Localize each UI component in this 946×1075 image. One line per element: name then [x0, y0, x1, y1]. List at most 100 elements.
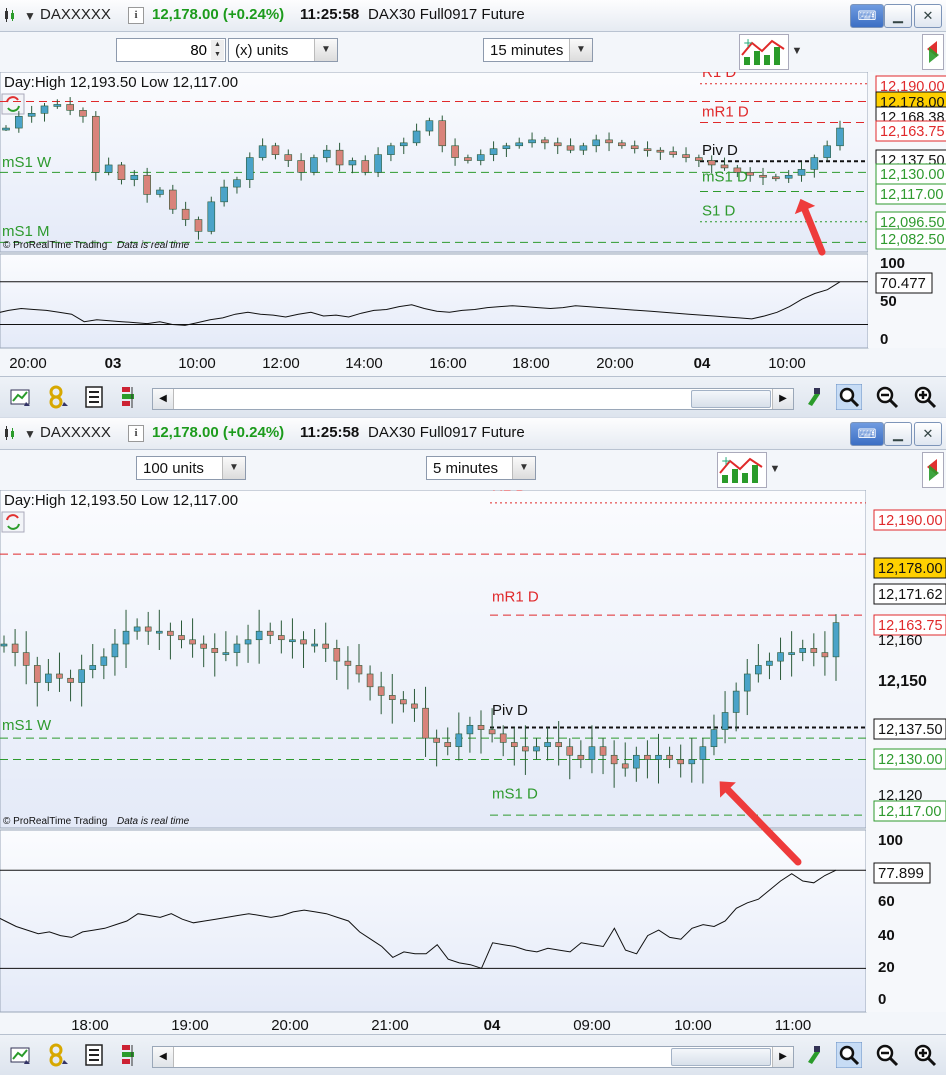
- zoom-in-icon[interactable]: [912, 1042, 938, 1068]
- candle-body: [541, 139, 549, 144]
- candle-body: [22, 652, 30, 666]
- stepper-down-icon[interactable]: ▼: [211, 50, 224, 60]
- info-icon[interactable]: i: [128, 7, 144, 24]
- time-axis-label: 10:00: [768, 355, 806, 372]
- candle-grip-icon[interactable]: [3, 426, 17, 440]
- indicators-icon[interactable]: +: [717, 452, 767, 488]
- candle-body: [289, 639, 296, 643]
- info-icon[interactable]: i: [128, 425, 144, 442]
- list-icon[interactable]: [82, 1042, 108, 1068]
- candle-body: [344, 660, 352, 666]
- order-book-icon[interactable]: [118, 1042, 144, 1068]
- candle-body: [348, 160, 357, 166]
- zoom-fit-icon[interactable]: [836, 1042, 862, 1068]
- symbol-dropdown-icon[interactable]: ▼: [24, 9, 36, 23]
- time-axis-label: 20:00: [596, 355, 634, 372]
- candle-body: [810, 157, 819, 170]
- candle-body: [566, 145, 575, 151]
- horizontal-scrollbar[interactable]: ◀ ▶: [152, 388, 794, 410]
- chevron-down-icon[interactable]: ▼: [569, 39, 592, 61]
- list-icon[interactable]: [82, 384, 108, 410]
- chevron-down-icon[interactable]: ▼: [314, 39, 337, 61]
- zoom-out-icon[interactable]: [874, 1042, 900, 1068]
- indicators-dropdown-icon[interactable]: ▼: [789, 36, 805, 66]
- candle-body: [244, 639, 252, 645]
- chain-link-icon[interactable]: [46, 1042, 72, 1068]
- candle-body: [451, 145, 459, 158]
- zoom-out-icon[interactable]: [874, 384, 900, 410]
- chain-link-icon[interactable]: [46, 384, 72, 410]
- candle-body: [143, 174, 151, 195]
- candle-body: [322, 643, 330, 649]
- candle-body: [666, 754, 673, 760]
- candle-body: [40, 105, 49, 114]
- symbol-name[interactable]: DAXXXXX: [40, 6, 111, 23]
- scroll-thumb[interactable]: [671, 1048, 771, 1066]
- candle-body: [169, 189, 177, 210]
- drawing-tools-icon[interactable]: [8, 1042, 34, 1068]
- level-label: mR1 D: [702, 104, 749, 121]
- units-stepper[interactable]: 80 ▲ ▼: [116, 38, 226, 62]
- candle-body: [755, 665, 762, 675]
- horizontal-scrollbar[interactable]: ◀ ▶: [152, 1046, 794, 1068]
- side-arrows-icon[interactable]: [922, 452, 944, 488]
- scroll-right-icon[interactable]: ▶: [772, 389, 793, 409]
- keyboard-icon[interactable]: ⌨: [850, 422, 884, 446]
- symbol-name[interactable]: DAXXXXX: [40, 424, 111, 441]
- candle-body: [656, 149, 665, 153]
- stepper-up-icon[interactable]: ▲: [211, 40, 224, 50]
- candle-grip-icon[interactable]: [3, 8, 17, 22]
- level-label: mS1 W: [2, 154, 52, 171]
- order-book-icon[interactable]: [118, 384, 144, 410]
- zoom-in-icon[interactable]: [912, 384, 938, 410]
- candle-body: [466, 725, 474, 735]
- chart-area[interactable]: Day:High 12,193.50 Low 12,117.00 R1 D mR1 …: [0, 72, 946, 376]
- level-label: Piv D: [492, 702, 528, 719]
- svg-text:+: +: [743, 36, 753, 50]
- timeframe-select[interactable]: 5 minutes ▼: [426, 456, 536, 480]
- candle-body: [117, 164, 126, 181]
- units-select[interactable]: 100 units ▼: [136, 456, 246, 480]
- timeframe-select[interactable]: 15 minutes ▼: [483, 38, 593, 62]
- candle-body: [266, 630, 274, 636]
- indicator-axis-label: 100: [880, 255, 905, 272]
- close-button[interactable]: ✕: [914, 422, 942, 446]
- minimize-button[interactable]: ▁: [884, 4, 912, 28]
- candle-body: [788, 652, 795, 655]
- units-value[interactable]: 80: [190, 42, 207, 59]
- keyboard-icon[interactable]: ⌨: [850, 4, 884, 28]
- scroll-thumb[interactable]: [691, 390, 771, 408]
- close-button[interactable]: ✕: [914, 4, 942, 28]
- minimize-button[interactable]: ▁: [884, 422, 912, 446]
- candle-body: [621, 763, 629, 769]
- price-axis-label: 12,150: [878, 673, 927, 690]
- price-pane: [0, 490, 867, 829]
- level-label: R1 D: [492, 490, 526, 494]
- cursor-tool-icon[interactable]: [800, 1042, 826, 1068]
- time-axis-label: 04: [694, 355, 711, 372]
- candle-body: [15, 115, 23, 129]
- cursor-tool-icon[interactable]: [800, 384, 826, 410]
- candle-body: [644, 754, 651, 760]
- chevron-down-icon[interactable]: ▼: [512, 457, 535, 479]
- candle-body: [422, 707, 429, 739]
- candle-body: [477, 725, 485, 730]
- candle-body: [374, 154, 382, 173]
- scroll-right-icon[interactable]: ▶: [772, 1047, 793, 1067]
- candle-body: [144, 626, 152, 632]
- chevron-down-icon[interactable]: ▼: [222, 457, 245, 479]
- level-label: mS1 M: [2, 223, 50, 240]
- candle-body: [92, 115, 100, 173]
- scroll-left-icon[interactable]: ◀: [153, 389, 174, 409]
- indicators-dropdown-icon[interactable]: ▼: [767, 454, 783, 484]
- indicators-icon[interactable]: +: [739, 34, 789, 70]
- drawing-tools-icon[interactable]: [8, 384, 34, 410]
- chart-area[interactable]: Day:High 12,193.50 Low 12,117.00 R1 D mR1 …: [0, 490, 946, 1034]
- units-select[interactable]: (x) units ▼: [228, 38, 338, 62]
- candle-body: [2, 127, 10, 131]
- candle-body: [433, 737, 440, 743]
- zoom-fit-icon[interactable]: [836, 384, 862, 410]
- side-arrows-icon[interactable]: [922, 34, 944, 70]
- scroll-left-icon[interactable]: ◀: [153, 1047, 174, 1067]
- symbol-dropdown-icon[interactable]: ▼: [24, 427, 36, 441]
